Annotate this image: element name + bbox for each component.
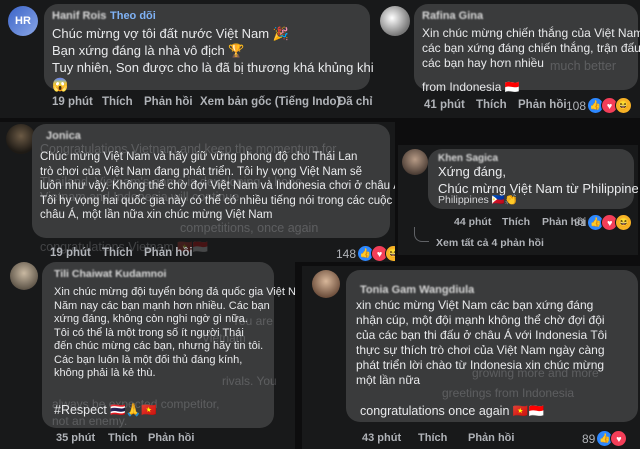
comment-line: thực sự thích trò chơi của Việt Nam ngày… <box>356 343 605 357</box>
avatar[interactable] <box>402 149 428 175</box>
timestamp: 44 phút <box>454 216 492 228</box>
comment-card-2: Rafina Gina much better Xin chúc mừng ch… <box>374 0 640 118</box>
comment-line: xin chúc mừng Việt Nam các bạn xứng đáng <box>356 298 594 312</box>
comment-card-3: Jonica Congratulations Vietnam and keep … <box>0 122 395 262</box>
comment-line: nhận cúp, một đội mạnh không thể chờ đợi… <box>356 313 605 327</box>
timestamp: 19 phút <box>52 96 93 108</box>
comment-text: xin chúc mừng Việt Nam các bạn xứng đáng… <box>356 298 607 388</box>
avatar[interactable] <box>312 270 340 298</box>
avatar[interactable]: HR <box>8 6 38 36</box>
comment-card-5: Tili Chaiwat Kudamnoi You are Vietnam ri… <box>0 258 295 449</box>
comment-line: trò chơi của Việt Nam đang phát triển. T… <box>40 165 363 178</box>
author-name[interactable]: Tonia Gam Wangdiula <box>360 284 474 296</box>
original-text: Philippines 🇵🇭👏 <box>438 194 518 206</box>
comment-line: Xin chúc mừng đội tuyển bóng đá quốc gia… <box>54 286 295 298</box>
comment-actions: 41 phút Thích Phản hồi <box>422 99 572 117</box>
reply-button[interactable]: Phản hồi <box>148 432 194 444</box>
comment-text: Chúc mừng vợ tôi đất nước Việt Nam 🎉 Bạn… <box>52 25 380 93</box>
comment-text: Xứng đáng, Chúc mừng Việt Nam từ Philipp… <box>438 163 638 197</box>
reaction-count: 91 <box>574 216 587 229</box>
comment-line: đến chúc mừng các bạn, nhưng hãy tin tôi… <box>54 340 264 352</box>
author-name[interactable]: Tili Chaiwat Kudamnoi <box>54 268 166 280</box>
haha-reaction-icon: 😆 <box>385 245 395 262</box>
comment-closing-line: congratulations once again 🇻🇳🇮🇩 <box>360 404 545 418</box>
comment-line: các bạn hay hơn nhiều <box>422 56 544 70</box>
author-name[interactable]: Jonica <box>46 130 81 142</box>
reaction-summary[interactable]: 89 👍 ♥ <box>582 430 628 447</box>
haha-reaction-icon: 😆 <box>615 214 633 231</box>
follow-button[interactable]: Theo dõi <box>110 10 156 22</box>
comment-line: của các bạn thi đấu ở châu Á với Indones… <box>356 328 608 342</box>
comment-actions: 19 phút Thích Phản hồi Xem bản gốc (Tiến… <box>52 96 380 116</box>
reaction-count: 148 <box>336 246 357 261</box>
reaction-summary[interactable]: 108 👍 ♥ 😆 <box>566 97 633 114</box>
view-original-link[interactable]: Xem bản gốc (Tiếng Indo) <box>200 96 340 108</box>
ghost-line: competitions, once again <box>180 221 319 235</box>
comment-line: xứng đáng, không còn nghi ngờ gì nữa. <box>54 313 248 325</box>
author-name[interactable]: Hanif Rois <box>52 10 106 22</box>
comment-line: châu Á, một lần nữa xin chúc mừng Việt N… <box>40 209 273 221</box>
heart-reaction-icon: ♥ <box>610 430 628 447</box>
reaction-count: 89 <box>582 431 596 446</box>
timestamp: 35 phút <box>56 432 96 444</box>
like-button[interactable]: Thích <box>502 216 530 228</box>
timestamp: 41 phút <box>424 99 465 111</box>
comment-card-6: Tonia Gam Wangdiula growing more and mor… <box>302 266 640 449</box>
comment-actions: 44 phút Thích Phản hồi <box>438 216 588 232</box>
avatar[interactable] <box>380 6 410 36</box>
comment-text: Xin chúc mừng chiến thắng của Việt Nam, … <box>422 26 640 95</box>
reply-button[interactable]: Phản hồi <box>518 99 567 111</box>
ghost-line: greetings from Indonesia <box>442 386 575 400</box>
avatar[interactable] <box>10 262 38 290</box>
comment-actions: 43 phút Thích Phản hồi <box>360 432 580 448</box>
comment-line: Tôi hy vọng hai quốc gia này có thể có n… <box>40 194 395 207</box>
hashtag-link[interactable]: #Respect 🇹🇭🙏🇻🇳 <box>54 402 157 419</box>
comment-line: Xứng đáng, <box>438 164 506 179</box>
reaction-count: 108 <box>566 98 587 113</box>
comment-line: Chúc mừng vợ tôi đất nước Việt Nam 🎉 <box>52 26 289 41</box>
comment-line: from Indonesia 🇮🇩 <box>422 80 520 94</box>
reaction-summary[interactable]: 148 👍 ♥ 😆 <box>336 245 395 262</box>
comment-text: Chúc mừng Việt Nam và hãy giữ vững phong… <box>40 150 395 223</box>
comment-line: Bạn xứng đáng là nhà vô địch 🏆 <box>52 43 245 58</box>
comment-line: Chúc mừng Việt Nam và hãy giữ vững phong… <box>40 151 358 163</box>
comment-line: các bạn xứng đáng chiến thắng, trận đấu … <box>422 41 640 55</box>
haha-reaction-icon: 😆 <box>615 97 633 114</box>
comment-line: Các bạn luôn là một đối thủ đáng kính, <box>54 353 243 366</box>
comment-line: Xin chúc mừng chiến thắng của Việt Nam, <box>422 26 640 40</box>
comment-line: 😱 <box>52 77 69 92</box>
author-name[interactable]: Rafina Gina <box>422 10 483 22</box>
reply-button[interactable]: Phản hồi <box>468 432 514 444</box>
comment-line: một lần nữa <box>356 373 421 387</box>
comment-actions: 35 phút Thích Phản hồi <box>56 432 256 448</box>
comment-line: Năm nay các bạn mạnh hơn nhiều. Các bạn <box>54 299 270 312</box>
view-replies-link[interactable]: Xem tất cả 4 phản hồi <box>436 237 544 249</box>
reply-button[interactable]: Phản hồi <box>144 96 193 108</box>
comment-card-1: HR Hanif Rois Theo dõi Chúc mừng vợ tôi … <box>0 0 380 118</box>
like-button[interactable]: Thích <box>476 99 507 111</box>
like-button[interactable]: Thích <box>102 96 133 108</box>
comment-line: không phải là kẻ thù. <box>54 367 156 379</box>
comment-line: Tôi có thể là một trong số ít người Thái <box>54 326 244 339</box>
comment-line: Tuy nhiên, Son được cho là đã bị thương … <box>52 60 380 75</box>
timestamp: 43 phút <box>362 432 402 444</box>
comment-line: phát triển lời chào từ Indonesia xin chú… <box>356 358 605 372</box>
reaction-summary[interactable]: 91 👍 ♥ 😆 <box>574 214 633 231</box>
comment-text: Xin chúc mừng đội tuyển bóng đá quốc gia… <box>54 286 295 381</box>
reply-thread-line <box>414 227 429 242</box>
like-button[interactable]: Thích <box>108 432 137 444</box>
comment-card-4: Khen Sagica Xứng đáng, Chúc mừng Việt Na… <box>398 145 638 255</box>
comment-line: luôn như vậy. Không thể chờ đợi Việt Nam… <box>40 180 395 192</box>
like-button[interactable]: Thích <box>418 432 447 444</box>
